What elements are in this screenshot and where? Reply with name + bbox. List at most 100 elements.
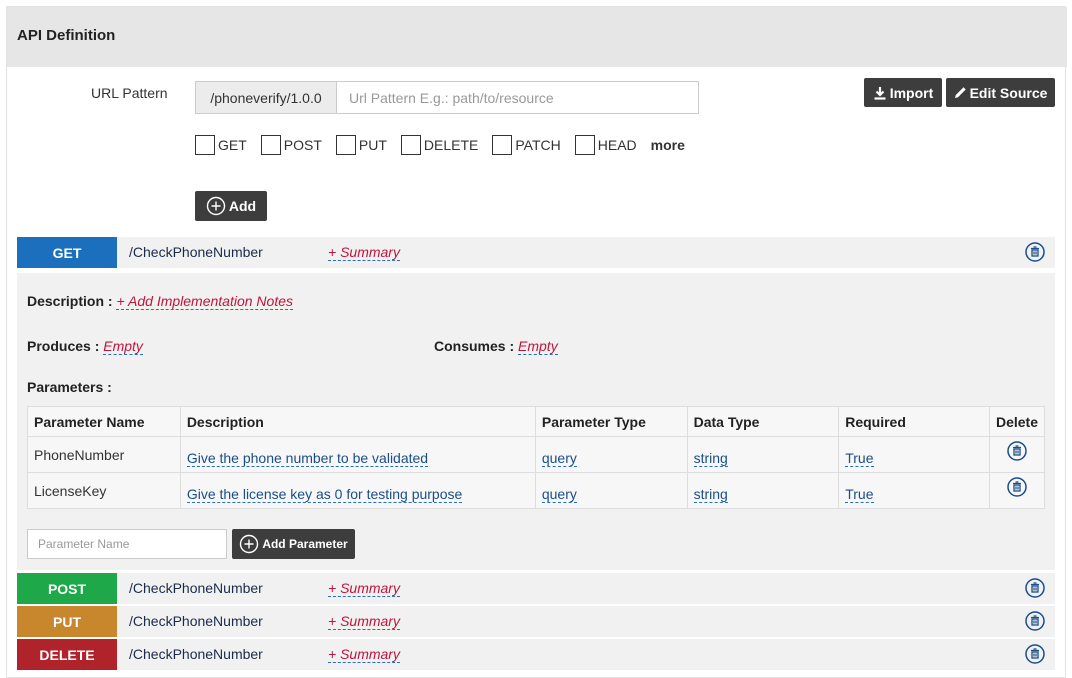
checkbox-box[interactable] — [492, 135, 513, 155]
import-label: Import — [889, 84, 934, 101]
param-required-link[interactable]: True — [845, 486, 874, 503]
checkbox-box[interactable] — [260, 135, 281, 155]
add-label: Add — [228, 198, 257, 214]
checkbox-delete[interactable]: DELETE — [400, 135, 479, 155]
plus-circle-icon — [206, 196, 226, 216]
add-implementation-notes-link[interactable]: + Add Implementation Notes — [116, 293, 293, 310]
parameter-name-input[interactable] — [27, 529, 227, 559]
plus-circle-icon — [240, 534, 259, 554]
param-required-cell: True — [838, 472, 990, 509]
column-header: Parameter Type — [534, 406, 688, 437]
consumes-value-link[interactable]: Empty — [518, 338, 558, 355]
panel-title: API Definition — [17, 27, 116, 44]
edit-source-button[interactable]: Edit Source — [946, 78, 1055, 107]
description-row: Description : + Add Implementation Notes — [27, 293, 293, 310]
url-pattern-label: URL Pattern — [91, 85, 168, 101]
resource-path: /CheckPhoneNumber — [129, 646, 263, 662]
import-button[interactable]: Import — [864, 78, 942, 107]
resource-row-put[interactable]: PUT /CheckPhoneNumber + Summary — [17, 606, 1055, 637]
param-name-cell: PhoneNumber — [27, 436, 181, 473]
checkbox-box[interactable] — [400, 135, 421, 155]
param-name: LicenseKey — [34, 482, 107, 499]
verb-badge-delete: DELETE — [17, 639, 117, 670]
more-methods-link[interactable]: more — [651, 137, 685, 153]
column-header: Required — [838, 406, 990, 437]
checkbox-box[interactable] — [195, 135, 215, 155]
api-definition-panel: API Definition URL Pattern /phoneverify/… — [6, 6, 1067, 678]
param-type-cell: query — [534, 436, 688, 473]
description-label: Description : — [27, 293, 113, 309]
add-summary-link[interactable]: + Summary — [328, 580, 400, 597]
produces-value-link[interactable]: Empty — [103, 338, 143, 355]
checkbox-label: POST — [283, 137, 322, 153]
param-required-cell: True — [838, 436, 990, 473]
produces-label: Produces : — [27, 338, 100, 354]
checkbox-get[interactable]: GET — [195, 135, 247, 155]
trash-icon[interactable] — [1025, 578, 1045, 598]
verb-badge-post: POST — [17, 573, 117, 604]
panel-header: API Definition — [7, 7, 1067, 67]
url-pattern-input[interactable] — [337, 82, 698, 113]
param-delete-cell — [988, 472, 1046, 509]
url-pattern-group: /phoneverify/1.0.0 — [195, 81, 699, 114]
consumes-label: Consumes : — [434, 338, 515, 354]
param-description-link[interactable]: Give the phone number to be validated — [186, 450, 429, 467]
add-summary-link[interactable]: + Summary — [328, 646, 400, 663]
param-name-cell: LicenseKey — [27, 472, 181, 509]
edit-source-label: Edit Source — [969, 84, 1048, 101]
param-description-cell: Give the phone number to be validated — [179, 436, 536, 473]
resource-path: /CheckPhoneNumber — [129, 244, 263, 260]
column-header: Parameter Name — [27, 406, 181, 437]
trash-icon[interactable] — [1007, 441, 1027, 461]
param-required-link[interactable]: True — [845, 450, 874, 467]
resource-row-post[interactable]: POST /CheckPhoneNumber + Summary — [17, 573, 1055, 604]
checkbox-box[interactable] — [335, 135, 356, 155]
checkbox-label: HEAD — [597, 137, 637, 153]
table-row: LicenseKey Give the license key as 0 for… — [27, 472, 1046, 509]
table-row: PhoneNumber Give the phone number to be … — [27, 436, 1046, 473]
checkbox-head[interactable]: HEAD — [574, 135, 637, 155]
param-name: PhoneNumber — [34, 446, 125, 463]
resource-row-get[interactable]: GET /CheckPhoneNumber + Summary — [17, 237, 1055, 268]
param-datatype-link[interactable]: string — [693, 450, 728, 467]
checkbox-put[interactable]: PUT — [335, 135, 387, 155]
verb-badge-put: PUT — [17, 606, 117, 637]
parameters-label: Parameters : — [27, 379, 112, 395]
add-parameter-button[interactable]: Add Parameter — [232, 529, 355, 559]
column-header: Data Type — [686, 406, 840, 437]
consumes-row: Consumes : Empty — [434, 338, 558, 355]
resource-row-delete[interactable]: DELETE /CheckPhoneNumber + Summary — [17, 639, 1055, 670]
url-prefix: /phoneverify/1.0.0 — [196, 82, 337, 113]
verb-badge-get: GET — [17, 237, 117, 268]
trash-icon[interactable] — [1025, 644, 1045, 664]
checkbox-box[interactable] — [574, 135, 595, 155]
param-type-link[interactable]: query — [541, 486, 577, 503]
column-header: Delete — [988, 406, 1046, 437]
add-summary-link[interactable]: + Summary — [328, 613, 400, 630]
param-description-link[interactable]: Give the license key as 0 for testing pu… — [186, 486, 463, 503]
checkbox-patch[interactable]: PATCH — [492, 135, 561, 155]
trash-icon[interactable] — [1025, 611, 1045, 631]
resource-path: /CheckPhoneNumber — [129, 613, 263, 629]
checkbox-label: PUT — [358, 137, 387, 153]
table-header-row: Parameter Name Description Parameter Typ… — [27, 406, 1046, 437]
param-datatype-cell: string — [686, 472, 840, 509]
trash-icon[interactable] — [1025, 242, 1045, 262]
param-type-link[interactable]: query — [541, 450, 577, 467]
param-datatype-cell: string — [686, 436, 840, 473]
checkbox-label: GET — [218, 137, 247, 153]
download-icon — [874, 86, 886, 100]
checkbox-label: DELETE — [423, 137, 479, 153]
trash-icon[interactable] — [1007, 477, 1027, 497]
param-description-cell: Give the license key as 0 for testing pu… — [179, 472, 536, 509]
param-delete-cell — [988, 436, 1046, 473]
add-summary-link[interactable]: + Summary — [328, 244, 400, 261]
column-header: Description — [179, 406, 536, 437]
produces-row: Produces : Empty — [27, 338, 143, 355]
pencil-icon — [954, 87, 966, 98]
param-datatype-link[interactable]: string — [693, 486, 728, 503]
add-resource-button[interactable]: Add — [195, 191, 267, 221]
method-checkboxes: GET POST PUT DELETE PATCH HEAD more — [195, 135, 685, 155]
checkbox-post[interactable]: POST — [260, 135, 322, 155]
param-type-cell: query — [534, 472, 688, 509]
